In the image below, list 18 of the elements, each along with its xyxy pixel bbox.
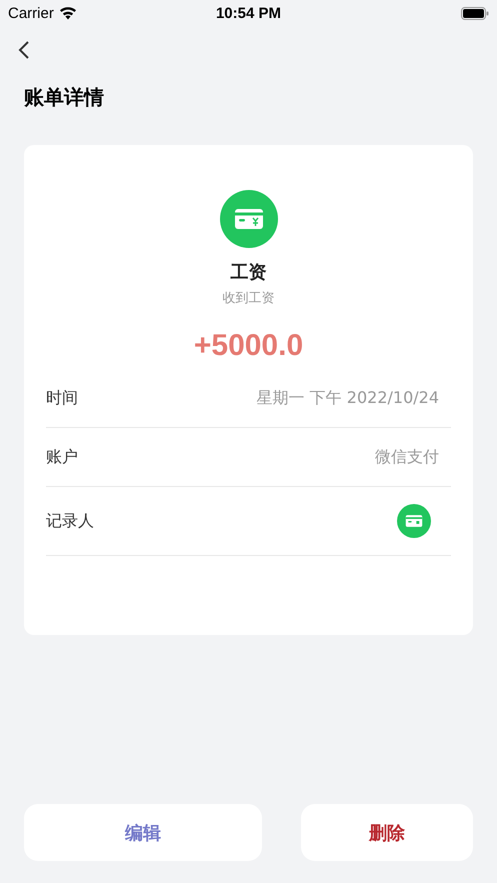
clock-time: 10:54 PM [216,4,282,22]
battery-icon [460,6,489,20]
carrier-label: Carrier [8,4,54,22]
back-icon[interactable] [18,41,30,59]
row-value: 星期一 下午 2022/10/24 [256,388,439,408]
page-title: 账单详情 [24,84,105,111]
row-label: 记录人 [46,510,94,532]
wifi-icon [58,6,77,20]
avatar-card-icon [397,504,431,538]
row-value: 微信支付 [375,446,439,468]
category-name: 工资 [230,261,266,284]
edit-button[interactable]: 编辑 [24,804,262,861]
row-label: 时间 [46,388,78,408]
delete-button[interactable]: 删除 [301,804,473,861]
bill-amount: +5000.0 [194,329,304,363]
bill-note: 收到工资 [222,290,274,307]
card-icon [220,190,278,248]
row-label: 账户 [46,446,78,468]
